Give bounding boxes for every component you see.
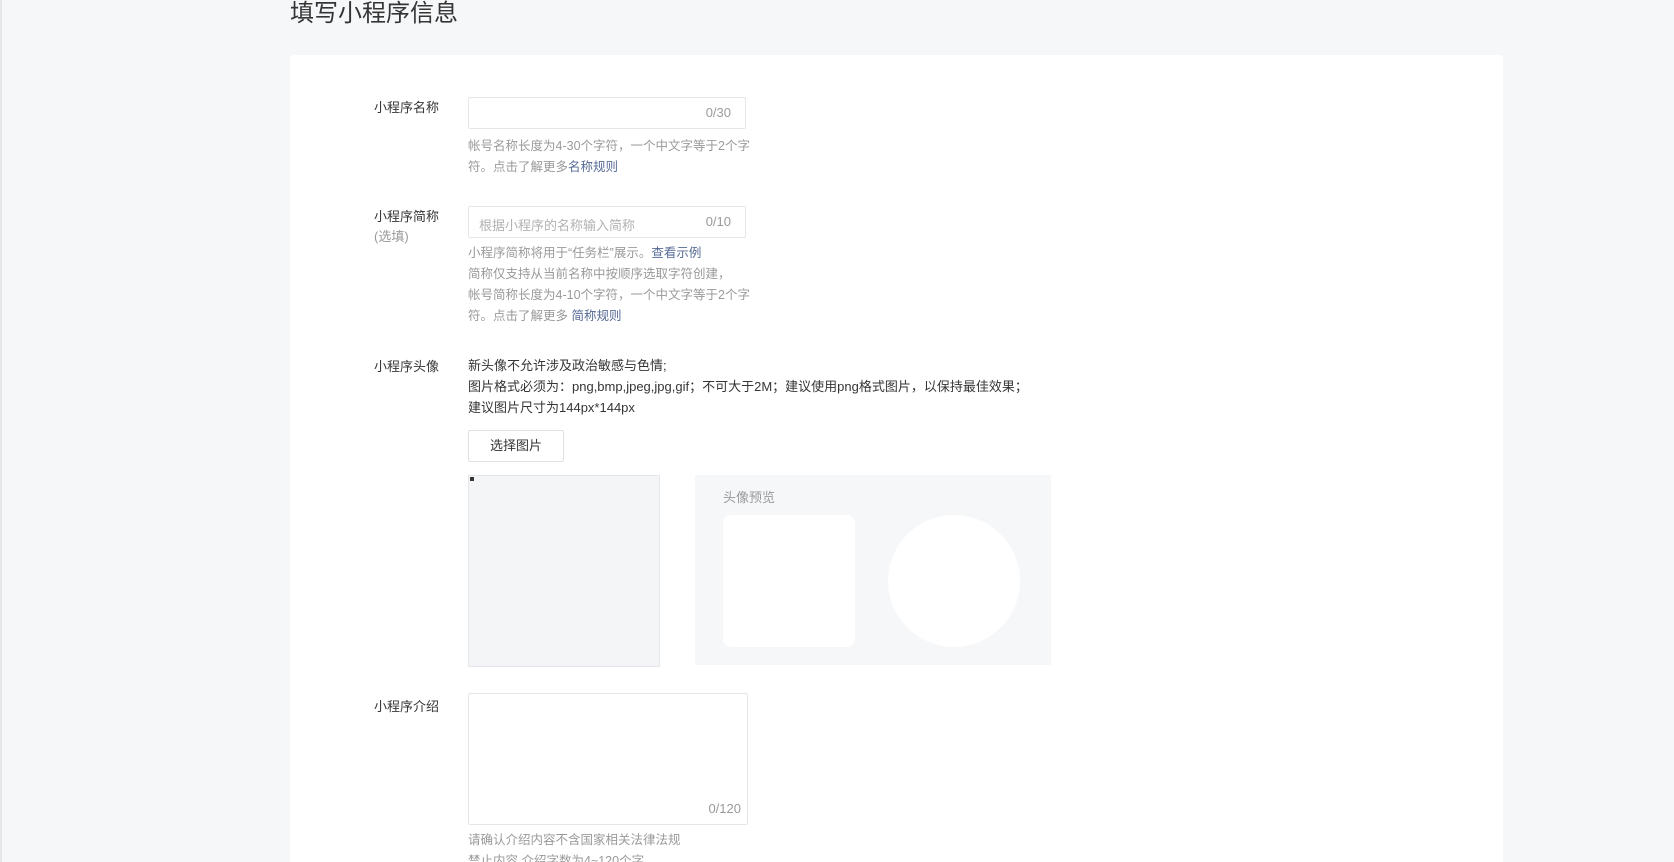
page-title: 填写小程序信息 <box>290 0 458 27</box>
short-name-hint-line3: 帐号简称长度为4-10个字符，一个中文字等于2个字符。点击了解更多 简称规则 <box>468 285 758 327</box>
short-name-hint-line1: 小程序简称将用于“任务栏”展示。查看示例 <box>468 243 758 264</box>
crop-handle-icon[interactable] <box>470 477 474 481</box>
short-name-char-counter: 0/10 <box>705 214 731 229</box>
avatar-preview-square <box>723 515 855 647</box>
avatar-description: 新头像不允许涉及政治敏感与色情; 图片格式必须为：png,bmp,jpeg,jp… <box>468 355 1038 418</box>
avatar-desc-line2: 图片格式必须为：png,bmp,jpeg,jpg,gif；不可大于2M；建议使用… <box>468 379 1028 415</box>
view-example-link[interactable]: 查看示例 <box>651 246 701 260</box>
avatar-preview-panel: 头像预览 <box>695 475 1051 665</box>
name-char-counter: 0/30 <box>705 105 731 120</box>
short-name-optional-tag: (选填) <box>374 229 409 244</box>
short-name-hint-line1-text: 小程序简称将用于“任务栏”展示。 <box>468 246 652 260</box>
name-label: 小程序名称 <box>374 100 440 115</box>
name-rules-link[interactable]: 名称规则 <box>568 160 618 174</box>
avatar-label: 小程序头像 <box>374 359 440 374</box>
avatar-desc-line1: 新头像不允许涉及政治敏感与色情; <box>468 358 667 373</box>
short-name-label-text: 小程序简称 <box>374 209 440 224</box>
intro-hint: 请确认介绍内容不含国家相关法律法规 禁止内容,介绍字数为4~120个字 <box>468 830 758 862</box>
name-input[interactable]: 0/30 <box>468 97 746 129</box>
intro-hint-line2: 禁止内容,介绍字数为4~120个字 <box>468 854 645 862</box>
avatar-preview-circle <box>888 515 1020 647</box>
short-name-rules-link[interactable]: 简称规则 <box>571 309 621 323</box>
intro-char-counter: 0/120 <box>708 801 741 816</box>
name-hint: 帐号名称长度为4-30个字符，一个中文字等于2个字符。点击了解更多名称规则 <box>468 136 758 178</box>
short-name-input-placeholder: 根据小程序的名称输入简称 <box>479 218 636 233</box>
page: 填写小程序信息 小程序名称 0/30 帐号名称长度为4-30个字符，一个中文字等… <box>0 0 1674 862</box>
short-name-input[interactable]: 根据小程序的名称输入简称 0/10 <box>468 206 746 238</box>
avatar-crop-area[interactable] <box>468 475 660 667</box>
intro-hint-line1: 请确认介绍内容不含国家相关法律法规 <box>468 833 681 847</box>
short-name-hint-line2: 简称仅支持从当前名称中按顺序选取字符创建， <box>468 267 731 281</box>
select-image-button[interactable]: 选择图片 <box>468 430 564 462</box>
avatar-preview-title: 头像预览 <box>723 490 776 505</box>
form-card: 小程序名称 0/30 帐号名称长度为4-30个字符，一个中文字等于2个字符。点击… <box>290 55 1503 862</box>
short-name-hint: 小程序简称将用于“任务栏”展示。查看示例 简称仅支持从当前名称中按顺序选取字符创… <box>468 243 758 327</box>
left-edge-divider <box>0 0 2 862</box>
intro-label: 小程序介绍 <box>374 699 440 714</box>
short-name-label: 小程序简称 (选填) <box>374 207 439 247</box>
intro-textarea[interactable]: 0/120 <box>468 693 748 825</box>
